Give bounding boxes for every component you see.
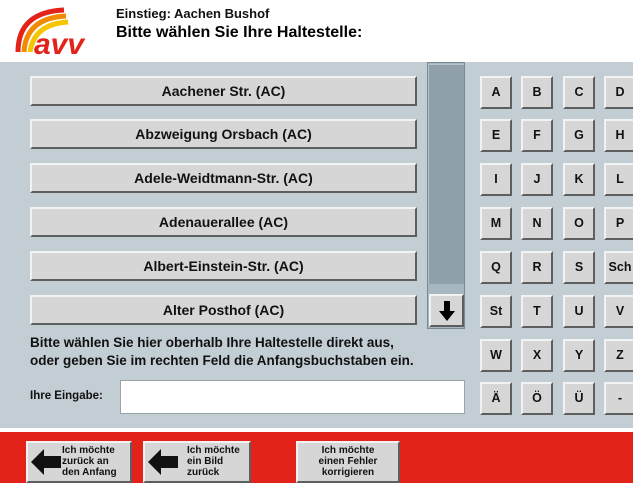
stop-button[interactable]: Albert-Einstein-Str. (AC) [30, 251, 417, 281]
letter-key[interactable]: - [604, 382, 633, 415]
avv-logo: avv [15, 7, 86, 58]
letter-key[interactable]: Ü [563, 382, 595, 415]
letter-key[interactable]: V [604, 295, 633, 328]
page-title: Bitte wählen Sie Ihre Haltestelle: [116, 24, 363, 41]
letter-key[interactable]: Y [563, 339, 595, 372]
letter-key[interactable]: T [521, 295, 553, 328]
letter-key[interactable]: D [604, 76, 633, 109]
letter-key[interactable]: O [563, 207, 595, 240]
stop-button[interactable]: Abzweigung Orsbach (AC) [30, 119, 417, 149]
letter-key[interactable]: Q [480, 251, 512, 284]
letter-key[interactable]: Ä [480, 382, 512, 415]
input-label: Ihre Eingabe: [30, 390, 103, 402]
letter-key[interactable]: B [521, 76, 553, 109]
letter-key[interactable]: J [521, 163, 553, 196]
letter-key[interactable]: K [563, 163, 595, 196]
letter-key[interactable]: St [480, 295, 512, 328]
letter-key[interactable]: N [521, 207, 553, 240]
svg-text:avv: avv [34, 28, 86, 58]
entry-stop-text: Einstieg: Aachen Bushof [116, 6, 270, 21]
letter-key[interactable]: W [480, 339, 512, 372]
letter-key[interactable]: E [480, 119, 512, 152]
main-panel: Aachener Str. (AC) Abzweigung Orsbach (A… [0, 62, 633, 428]
letter-key[interactable]: L [604, 163, 633, 196]
back-one-button[interactable]: Ich möchte ein Bild zurück [143, 441, 251, 483]
letter-key[interactable]: Sch [604, 251, 633, 284]
letter-key[interactable]: R [521, 251, 553, 284]
letter-key[interactable]: H [604, 119, 633, 152]
stop-button[interactable]: Adenauerallee (AC) [30, 207, 417, 237]
letter-key[interactable]: X [521, 339, 553, 372]
down-arrow-icon [438, 300, 455, 321]
letter-key[interactable]: G [563, 119, 595, 152]
letter-key[interactable]: U [563, 295, 595, 328]
letter-key[interactable]: Ö [521, 382, 553, 415]
stop-button[interactable]: Alter Posthof (AC) [30, 295, 417, 325]
letter-key[interactable]: Z [604, 339, 633, 372]
input-field[interactable] [120, 380, 465, 414]
letter-key[interactable]: M [480, 207, 512, 240]
scrollbar-thumb[interactable] [428, 64, 464, 284]
letter-key[interactable]: I [480, 163, 512, 196]
scroll-down-button[interactable] [429, 294, 464, 327]
left-arrow-icon [148, 449, 178, 475]
instruction-text: Bitte wählen Sie hier oberhalb Ihre Halt… [30, 335, 414, 368]
correct-error-button[interactable]: Ich möchte einen Fehler korrigieren [296, 441, 400, 483]
letter-key[interactable]: F [521, 119, 553, 152]
stop-button[interactable]: Adele-Weidtmann-Str. (AC) [30, 163, 417, 193]
letter-key[interactable]: S [563, 251, 595, 284]
letter-key[interactable]: C [563, 76, 595, 109]
header: avv Einstieg: Aachen Bushof Bitte wählen… [0, 0, 633, 62]
left-arrow-icon [31, 449, 61, 475]
letter-key[interactable]: A [480, 76, 512, 109]
back-to-start-button[interactable]: Ich möchte zurück an den Anfang [26, 441, 132, 483]
stop-button[interactable]: Aachener Str. (AC) [30, 76, 417, 106]
footer-bar: Ich möchte zurück an den Anfang Ich möch… [0, 428, 633, 483]
letter-key[interactable]: P [604, 207, 633, 240]
